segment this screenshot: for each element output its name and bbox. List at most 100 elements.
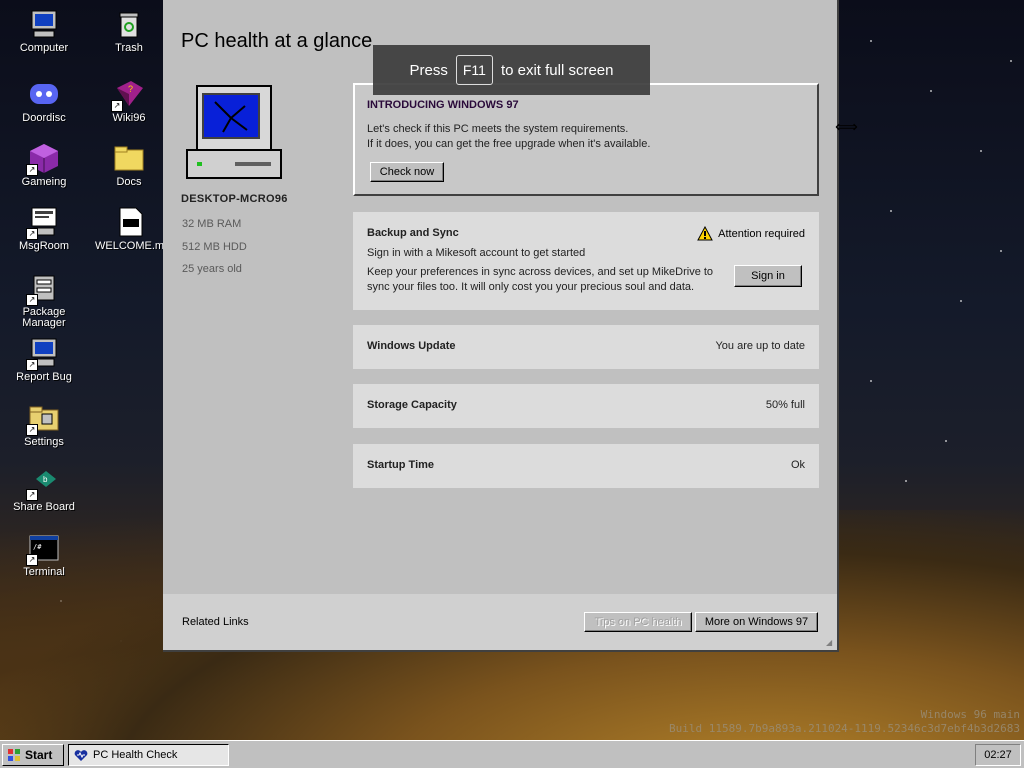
intro-line-1: Let's check if this PC meets the system … [367, 123, 629, 135]
icon-label: WELCOME.md [95, 240, 171, 252]
update-status: You are up to date [715, 340, 805, 352]
shortcut-arrow-icon: ↗ [111, 100, 123, 112]
icon-label: Terminal [23, 566, 65, 578]
svg-text:b: b [43, 475, 48, 484]
storage-title: Storage Capacity [367, 399, 457, 411]
windows97-intro-card: INTRODUCING WINDOWS 97 Let's check if th… [353, 83, 819, 196]
intro-line-2: If it does, you can get the free upgrade… [367, 138, 651, 150]
desktop-icon-terminal[interactable]: /# ↗ Terminal [10, 532, 78, 578]
toast-press: Press [409, 61, 448, 79]
resize-cursor-icon: ⟺ [835, 119, 858, 136]
startup-time-card[interactable]: Startup Time Ok [353, 444, 819, 488]
tips-pc-health-button[interactable]: Tips on PC health [584, 612, 692, 632]
pc-name: DESKTOP-MCRO96 [181, 193, 288, 205]
icon-label: Computer [19, 42, 69, 54]
heart-icon [74, 749, 88, 761]
hdd-spec: 512 MB HDD [182, 241, 247, 253]
svg-text:?: ? [128, 84, 133, 94]
resize-grip-icon[interactable]: ◢ [826, 639, 834, 647]
desktop-icon-share-board[interactable]: b ↗ Share Board [10, 467, 78, 513]
start-button[interactable]: Start [2, 744, 64, 766]
wiki-book-icon: ? ↗ [111, 78, 145, 112]
desktop-icon-report-bug[interactable]: ↗ Report Bug [10, 337, 78, 383]
taskbar-item-label: PC Health Check [93, 749, 178, 761]
backup-line-1: Sign in with a Mikesoft account to get s… [367, 247, 586, 259]
svg-text:/#: /# [33, 543, 42, 551]
desktop-icon-doordisc[interactable]: Doordisc [10, 78, 78, 124]
share-board-icon: b ↗ [26, 467, 60, 501]
taskbar: Start PC Health Check 02:27 [0, 740, 1024, 768]
update-title: Windows Update [367, 340, 456, 352]
desktop-icon-settings[interactable]: ↗ Settings [10, 402, 78, 448]
icon-label: Report Bug [16, 371, 72, 383]
discord-icon [28, 78, 60, 110]
storage-capacity-card[interactable]: Storage Capacity 50% full [353, 384, 819, 428]
startup-title: Startup Time [367, 459, 435, 471]
backup-sync-card: Backup and Sync Attention required Sign … [353, 212, 819, 310]
trash-icon [113, 8, 145, 40]
build-watermark: Windows 96 main Build 11589.7b9a893a.211… [669, 708, 1020, 736]
computer-icon [28, 8, 60, 40]
icon-label: Gameing [21, 176, 67, 188]
taskbar-item-pc-health[interactable]: PC Health Check [68, 744, 229, 766]
window-footer: Related Links Tips on PC health More on … [163, 594, 837, 650]
desktop-icon-gameing[interactable]: ↗ Gameing [10, 142, 78, 188]
icon-label: Settings [24, 436, 64, 448]
shortcut-arrow-icon: ↗ [26, 554, 38, 566]
settings-folder-icon: ↗ [26, 402, 60, 436]
desktop-icon-computer[interactable]: Computer [10, 8, 78, 54]
icon-label: Docs [116, 176, 142, 188]
ram-spec: 32 MB RAM [182, 218, 242, 230]
build-line-2: Build 11589.7b9a893a.211024-1119.52346c3… [669, 722, 1020, 735]
attention-status: Attention required [697, 226, 805, 241]
desktop-icon-wiki96[interactable]: ? ↗ Wiki96 [95, 78, 163, 124]
storage-status: 50% full [765, 399, 805, 411]
attention-text: Attention required [718, 227, 805, 240]
fullscreen-toast: Press F11 to exit full screen [373, 45, 650, 95]
check-now-button[interactable]: Check now [370, 162, 444, 182]
icon-label: Package Manager [22, 306, 66, 329]
backup-line-3: sync your files too. It will only cost y… [367, 281, 695, 293]
sign-in-button[interactable]: Sign in [734, 265, 802, 287]
shortcut-arrow-icon: ↗ [26, 489, 38, 501]
desktop-icon-welcome-md[interactable]: WELCOME.md [95, 206, 171, 252]
intro-heading: INTRODUCING WINDOWS 97 [367, 99, 519, 111]
shortcut-arrow-icon: ↗ [26, 164, 38, 176]
startup-status: Ok [790, 459, 805, 471]
icon-label: Share Board [13, 501, 75, 513]
shortcut-arrow-icon: ↗ [26, 294, 38, 306]
icon-label: Trash [115, 42, 143, 54]
icon-label: MsgRoom [18, 240, 70, 252]
window-title: PC health at a glance [181, 30, 373, 52]
backup-title: Backup and Sync [367, 227, 459, 239]
windows-update-card[interactable]: Windows Update You are up to date [353, 325, 819, 369]
msgroom-icon: ↗ [26, 206, 60, 240]
desktop-icon-docs[interactable]: Docs [95, 142, 163, 188]
toast-key: F11 [455, 55, 493, 85]
game-cube-icon: ↗ [26, 142, 60, 176]
icon-label: Doordisc [22, 112, 66, 124]
desktop-icon-trash[interactable]: Trash [95, 8, 163, 54]
desktop-icon-package-manager[interactable]: ↗ Package Manager [10, 272, 78, 329]
shortcut-arrow-icon: ↗ [26, 228, 38, 240]
more-windows97-button[interactable]: More on Windows 97 [695, 612, 818, 632]
related-links-label: Related Links [182, 616, 249, 628]
start-label: Start [25, 748, 53, 762]
shortcut-arrow-icon: ↗ [26, 359, 38, 371]
computer-illustration-icon [185, 84, 283, 184]
shortcut-arrow-icon: ↗ [26, 424, 38, 436]
package-icon: ↗ [26, 272, 60, 306]
toast-rest: to exit full screen [500, 61, 614, 79]
backup-line-2: Keep your preferences in sync across dev… [367, 266, 714, 278]
report-bug-icon: ↗ [26, 337, 60, 371]
icon-label: Wiki96 [112, 112, 146, 124]
terminal-icon: /# ↗ [26, 532, 60, 566]
windows-logo-icon [8, 749, 20, 761]
warning-icon [697, 226, 713, 241]
folder-icon [113, 142, 145, 174]
system-clock[interactable]: 02:27 [975, 744, 1021, 766]
age-spec: 25 years old [182, 263, 242, 275]
pc-health-window: PC health at a glance DESKTOP-MCRO96 32 … [163, 0, 839, 652]
markdown-file-icon [114, 206, 146, 238]
desktop-icon-msgroom[interactable]: ↗ MsgRoom [10, 206, 78, 252]
